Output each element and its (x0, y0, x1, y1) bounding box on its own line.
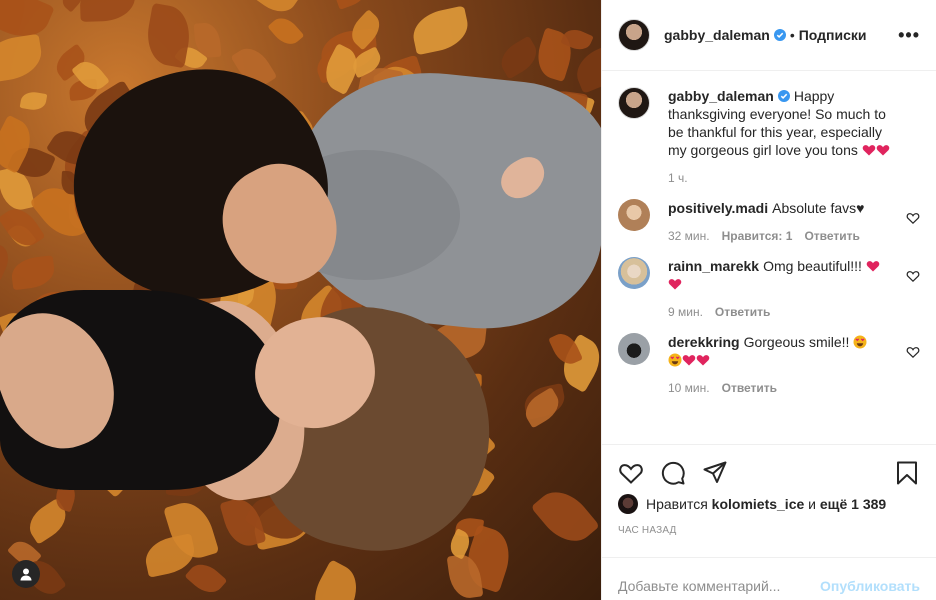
comment-time[interactable]: 32 мин. (668, 229, 710, 243)
post-header: gabby_daleman • Подписки ••• (602, 0, 936, 71)
caption: gabby_daleman Happy thanksgiving everyone… (618, 87, 920, 185)
comment-time[interactable]: 10 мин. (668, 381, 710, 395)
commenter-username[interactable]: derekkring (668, 334, 740, 350)
user-tag-icon[interactable] (12, 560, 40, 588)
header-separator: • (789, 27, 795, 43)
red-heart-emoji-icon (668, 279, 682, 290)
comment-bubble-icon[interactable] (660, 460, 686, 486)
following-button[interactable]: Подписки (799, 27, 867, 43)
commenter-username[interactable]: rainn_marekk (668, 258, 759, 274)
likes-prefix: Нравится (646, 496, 708, 512)
comment-like-icon[interactable] (906, 269, 920, 283)
commenter-username[interactable]: positively.madi (668, 200, 768, 216)
post-timestamp[interactable]: Час назад (618, 525, 920, 536)
caption-username[interactable]: gabby_daleman (668, 88, 774, 104)
leaf (409, 5, 473, 56)
add-comment-bar: Опубликовать (602, 557, 936, 600)
leaf (495, 36, 544, 80)
leaf (0, 33, 46, 84)
leaf (9, 255, 56, 290)
heart-eyes-emoji-icon (668, 353, 682, 367)
verified-badge-icon (773, 29, 786, 41)
author-username[interactable]: gabby_daleman (664, 27, 770, 43)
likes-and: и (808, 496, 816, 512)
leaf (331, 0, 370, 10)
comment-text: Absolute favs♥ (772, 200, 865, 216)
liker-avatar[interactable] (618, 494, 638, 514)
comment-item: positively.madi Absolute favs♥ 32 мин. Нр… (618, 199, 920, 243)
leaf (530, 481, 601, 553)
likes-summary: Нравится kolomiets_ice и ещё 1 389 (618, 493, 920, 515)
red-heart-emoji-icon (862, 145, 876, 156)
more-options-icon[interactable]: ••• (898, 25, 920, 46)
red-heart-emoji-icon (876, 145, 890, 156)
reply-button[interactable]: Ответить (804, 229, 859, 243)
red-heart-emoji-icon (696, 355, 710, 366)
commenter-avatar[interactable] (618, 257, 650, 289)
leaf (250, 0, 301, 20)
bookmark-icon[interactable] (894, 460, 920, 486)
leaf (266, 11, 305, 50)
leaf (79, 0, 137, 22)
reply-button[interactable]: Ответить (715, 305, 770, 319)
post-actions: Нравится kolomiets_ice и ещё 1 389 Час н… (602, 444, 936, 600)
leaf (19, 89, 48, 112)
comment-input[interactable] (618, 577, 821, 594)
post-side-panel: gabby_daleman • Подписки ••• gabby_dalem… (601, 0, 936, 600)
caption-time[interactable]: 1 ч. (668, 171, 688, 185)
verified-badge-icon (777, 90, 790, 102)
comment-likes-count[interactable]: Нравится: 1 (722, 229, 793, 243)
comment-text: Gorgeous smile!! (743, 334, 850, 350)
leaf (184, 557, 228, 600)
comment-item: rainn_marekk Omg beautiful!!! 9 мин. Отве… (618, 257, 920, 319)
red-heart-emoji-icon (866, 261, 880, 272)
commenter-avatar[interactable] (618, 333, 650, 365)
liker-username[interactable]: kolomiets_ice (712, 496, 805, 512)
post-photo[interactable] (0, 0, 601, 600)
publish-comment-button[interactable]: Опубликовать (820, 578, 920, 594)
instagram-post: gabby_daleman • Подписки ••• gabby_dalem… (0, 0, 936, 600)
likes-count-link[interactable]: ещё 1 389 (820, 496, 886, 512)
red-heart-emoji-icon (682, 355, 696, 366)
action-icons (618, 453, 920, 493)
paper-plane-icon[interactable] (702, 460, 728, 486)
leaf (304, 559, 367, 600)
comment-like-icon[interactable] (906, 345, 920, 359)
heart-eyes-emoji-icon (853, 335, 867, 349)
comment-like-icon[interactable] (906, 211, 920, 225)
comments-list: gabby_daleman Happy thanksgiving everyone… (602, 71, 936, 444)
heart-outline-icon[interactable] (618, 460, 644, 486)
reply-button[interactable]: Ответить (722, 381, 777, 395)
caption-avatar[interactable] (618, 87, 650, 119)
comment-time[interactable]: 9 мин. (668, 305, 703, 319)
comment-text: Omg beautiful!!! (763, 258, 862, 274)
commenter-avatar[interactable] (618, 199, 650, 231)
comment-item: derekkring Gorgeous smile!! 10 мин. Ответ… (618, 333, 920, 395)
author-avatar[interactable] (618, 19, 650, 51)
